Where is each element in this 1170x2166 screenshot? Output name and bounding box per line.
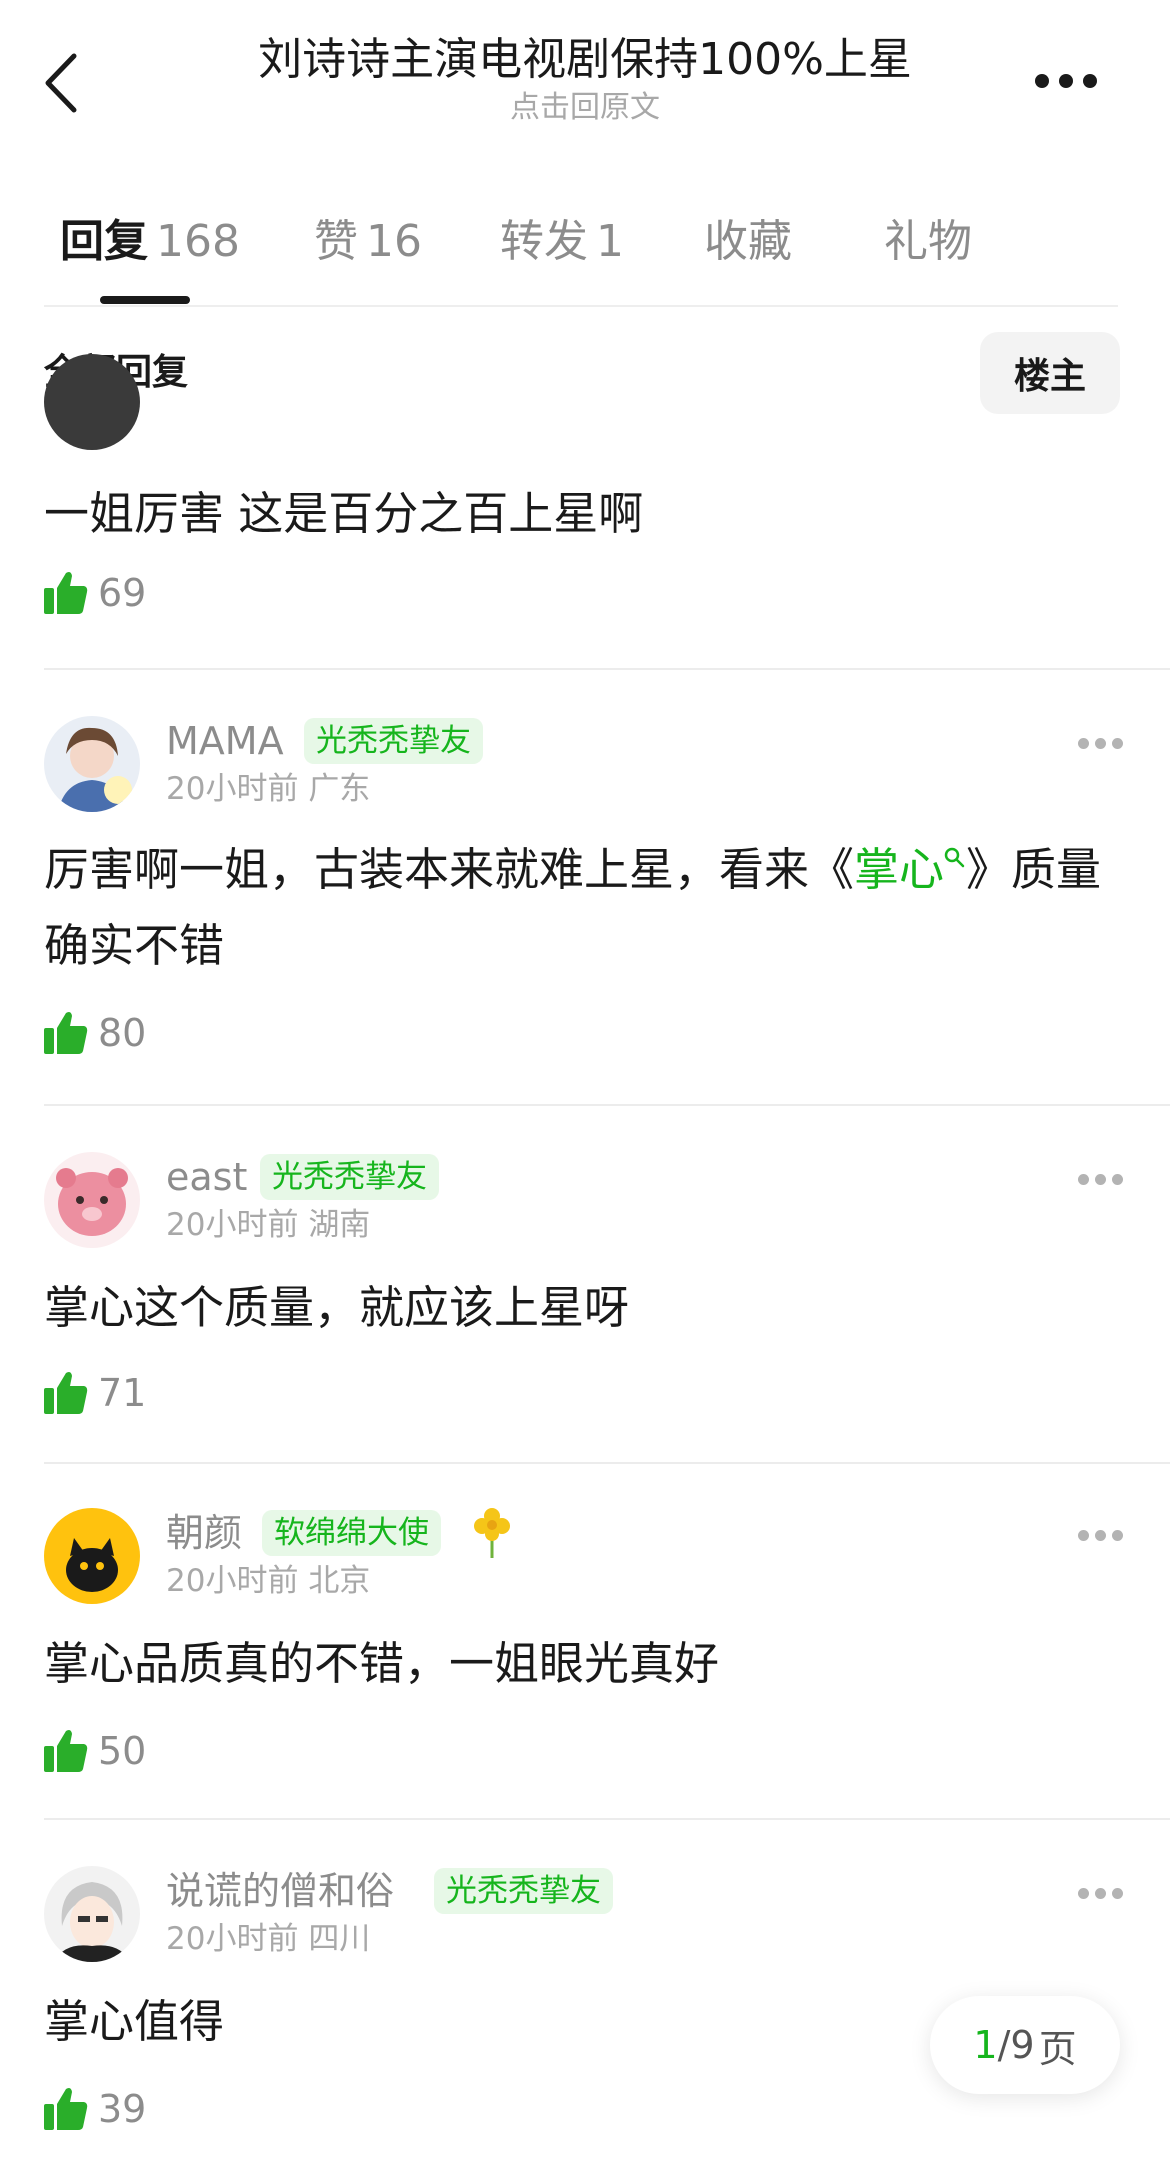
like-count: 39 bbox=[98, 2087, 147, 2131]
flower-icon-graphic bbox=[474, 1508, 510, 1558]
timestamp: 20小时前 bbox=[166, 771, 299, 807]
more-dot bbox=[1083, 74, 1097, 88]
more-dot bbox=[1095, 1174, 1106, 1185]
comment-meta: 20小时前 四川 bbox=[166, 1918, 370, 1960]
tab-likes[interactable]: 赞 16 bbox=[314, 212, 422, 272]
more-dot bbox=[1112, 1530, 1123, 1541]
comment-text: 掌心品质真的不错，一姐眼光真好 bbox=[44, 1637, 720, 1690]
comment-more-button[interactable] bbox=[1078, 738, 1124, 750]
search-icon bbox=[944, 847, 965, 868]
avatar[interactable] bbox=[44, 354, 140, 450]
username[interactable]: MAMA bbox=[166, 716, 284, 766]
timestamp: 20小时前 bbox=[166, 1921, 299, 1957]
tab-label: 回复 bbox=[60, 216, 148, 267]
more-dots-icon bbox=[1035, 74, 1049, 88]
page-title: 刘诗诗主演电视剧保持100%上星 bbox=[258, 34, 912, 85]
tab-label: 收藏 bbox=[704, 216, 792, 267]
page-indicator[interactable]: 1/9 页 bbox=[930, 1996, 1120, 2094]
username[interactable]: east bbox=[166, 1152, 247, 1202]
location: 广东 bbox=[308, 771, 371, 807]
tab-label: 礼物 bbox=[884, 216, 972, 267]
avatar[interactable] bbox=[44, 1508, 140, 1604]
comment-text-before: 厉害啊一姐，古装本来就难上星，看来《 bbox=[44, 843, 855, 896]
more-options-button[interactable] bbox=[1035, 72, 1099, 90]
like-count: 69 bbox=[98, 571, 147, 615]
more-dots-icon bbox=[1078, 1530, 1089, 1541]
fan-badge[interactable]: 光秃秃挚友 bbox=[434, 1868, 613, 1914]
comment-text: 掌心这个质量，就应该上星呀 bbox=[44, 1281, 630, 1334]
like-count: 71 bbox=[98, 1371, 147, 1415]
location: 北京 bbox=[308, 1563, 371, 1599]
tab-gifts[interactable]: 礼物 bbox=[884, 212, 972, 272]
flower-icon bbox=[468, 1504, 516, 1564]
username[interactable]: 朝颜 bbox=[166, 1508, 242, 1558]
more-dot bbox=[1095, 1888, 1106, 1899]
location: 湖南 bbox=[308, 1207, 371, 1243]
avatar[interactable] bbox=[44, 1866, 140, 1962]
username[interactable]: 说谎的僧和俗 bbox=[166, 1866, 394, 1916]
comment-meta: 20小时前 广东 bbox=[166, 768, 370, 810]
topic-link[interactable]: 掌心 bbox=[854, 843, 966, 896]
comment-more-button[interactable] bbox=[1078, 1530, 1124, 1542]
current-page: 1 bbox=[973, 2023, 998, 2067]
comment-meta: 20小时前 北京 bbox=[166, 1560, 370, 1602]
avatar-image bbox=[44, 716, 140, 812]
like-count: 80 bbox=[98, 1011, 147, 1055]
more-dot bbox=[1095, 1530, 1106, 1541]
divider bbox=[44, 668, 1170, 670]
divider bbox=[44, 1818, 1170, 1820]
tab-label: 转发 bbox=[500, 216, 588, 267]
page-unit: 页 bbox=[1038, 2026, 1077, 2071]
avatar[interactable] bbox=[44, 716, 140, 812]
thumbs-up-icon bbox=[44, 1012, 88, 1054]
more-dot bbox=[1112, 1888, 1123, 1899]
like-count: 50 bbox=[98, 1729, 147, 1773]
more-dot bbox=[1112, 738, 1123, 749]
tab-replies[interactable]: 回复 168 bbox=[60, 212, 240, 272]
comment-more-button[interactable] bbox=[1078, 1888, 1124, 1900]
timestamp: 20小时前 bbox=[166, 1207, 299, 1243]
tab-count: 168 bbox=[156, 216, 240, 267]
divider bbox=[44, 1104, 1170, 1106]
avatar-image bbox=[44, 1152, 140, 1248]
back-to-original-link[interactable]: 点击回原文 bbox=[0, 88, 1170, 128]
tab-count: 1 bbox=[596, 216, 624, 267]
thumbs-up-icon bbox=[44, 1730, 88, 1772]
avatar[interactable] bbox=[44, 1152, 140, 1248]
comment-more-button[interactable] bbox=[1078, 1174, 1124, 1186]
header: 刘诗诗主演电视剧保持100%上星 点击回原文 bbox=[0, 30, 1170, 128]
comment-text: 一姐厉害 这是百分之百上星啊 bbox=[44, 487, 644, 540]
more-dot bbox=[1059, 74, 1073, 88]
more-dot bbox=[1112, 1174, 1123, 1185]
thumbs-up-icon bbox=[44, 2088, 88, 2130]
more-dots-icon bbox=[1078, 1174, 1089, 1185]
more-dot bbox=[1095, 738, 1106, 749]
avatar-image bbox=[44, 1508, 140, 1604]
timestamp: 20小时前 bbox=[166, 1563, 299, 1599]
thumbs-up-icon bbox=[44, 572, 88, 614]
fan-badge[interactable]: 光秃秃挚友 bbox=[260, 1154, 439, 1200]
fan-badge[interactable]: 软绵绵大使 bbox=[262, 1510, 441, 1556]
avatar-image bbox=[44, 1866, 140, 1962]
location: 四川 bbox=[308, 1921, 371, 1957]
tab-active-indicator bbox=[100, 296, 190, 304]
tab-favorites[interactable]: 收藏 bbox=[704, 212, 792, 272]
op-only-button[interactable]: 楼主 bbox=[980, 332, 1120, 414]
comment-text: 厉害啊一姐，古装本来就难上星，看来《掌心 》质量确实不错 bbox=[44, 832, 1124, 984]
total-pages: /9 bbox=[997, 2023, 1035, 2067]
comment-meta: 20小时前 湖南 bbox=[166, 1204, 370, 1246]
fan-badge[interactable]: 光秃秃挚友 bbox=[304, 718, 483, 764]
divider bbox=[44, 305, 1118, 307]
tab-count: 16 bbox=[366, 216, 422, 267]
tab-reposts[interactable]: 转发 1 bbox=[500, 212, 624, 272]
more-dots-icon bbox=[1078, 738, 1089, 749]
thumbs-up-icon bbox=[44, 1372, 88, 1414]
tab-label: 赞 bbox=[314, 216, 358, 267]
topic-link-label: 掌心 bbox=[854, 843, 945, 896]
more-dots-icon bbox=[1078, 1888, 1089, 1899]
divider bbox=[44, 1462, 1170, 1464]
